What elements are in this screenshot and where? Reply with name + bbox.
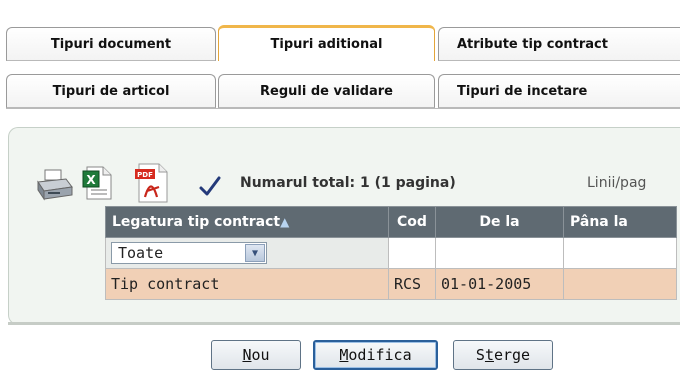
modify-button-accesskey: M (339, 346, 349, 364)
svg-text:X: X (86, 173, 96, 187)
table-header-row: Legatura tip contract▲ Cod De la Pâna la (105, 206, 677, 238)
cell-cod: RCS (388, 268, 436, 300)
tab-tipuri-aditional[interactable]: Tipuri aditional (218, 25, 435, 61)
column-header-legatura[interactable]: Legatura tip contract▲ (105, 206, 389, 238)
svg-text:PDF: PDF (137, 171, 153, 179)
legatura-filter-value: Toate (118, 244, 164, 262)
cell-de-la: 01-01-2005 (435, 268, 564, 300)
printer-icon[interactable] (34, 165, 74, 209)
tab-divider (6, 108, 680, 109)
tab-tipuri-document[interactable]: Tipuri document (6, 27, 216, 61)
legatura-filter-select[interactable]: Toate ▼ (111, 242, 267, 264)
delete-button-accesskey: t (484, 346, 494, 364)
total-count-text: Numarul total: 1 (1 pagina) (240, 175, 456, 191)
checkmark-icon[interactable] (196, 172, 224, 204)
contract-type-links-table: Legatura tip contract▲ Cod De la Pâna la… (105, 206, 677, 300)
filter-cell-de-la[interactable] (435, 237, 564, 269)
tab-atribute-tip-contract[interactable]: Atribute tip contract (438, 27, 680, 61)
cell-legatura: Tip contract (105, 268, 389, 300)
modify-button[interactable]: Modifica (313, 340, 438, 370)
tab-strip: Tipuri document Tipuri aditional Atribut… (0, 0, 680, 110)
column-header-cod[interactable]: Cod (388, 206, 436, 238)
new-button-accesskey: N (242, 346, 252, 364)
column-header-legatura-label: Legatura tip contract (112, 214, 281, 230)
column-header-de-la[interactable]: De la (435, 206, 564, 238)
chevron-down-icon[interactable]: ▼ (245, 244, 265, 262)
cell-pana-la (563, 268, 677, 300)
new-button[interactable]: Nou (211, 340, 301, 370)
tab-tipuri-de-incetare[interactable]: Tipuri de incetare (438, 74, 680, 108)
filter-row: Toate ▼ (105, 237, 677, 269)
delete-button-prefix: S (475, 346, 485, 364)
column-header-pana-la[interactable]: Pâna la (563, 206, 677, 238)
table-row[interactable]: Tip contract RCS 01-01-2005 (105, 268, 677, 300)
filter-cell-legatura: Toate ▼ (105, 237, 389, 269)
tab-tipuri-de-articol[interactable]: Tipuri de articol (6, 74, 216, 108)
filter-cell-pana-la[interactable] (563, 237, 677, 269)
sort-ascending-icon: ▲ (280, 215, 290, 229)
new-button-label: ou (251, 346, 270, 364)
panel-bottom-border (8, 322, 680, 325)
lines-per-page-label: Linii/pag (587, 175, 647, 191)
delete-button[interactable]: St erge (453, 340, 553, 370)
excel-export-icon[interactable]: X (81, 163, 117, 207)
modify-button-label: odifica (348, 346, 412, 364)
pdf-export-icon[interactable]: PDF (131, 161, 173, 209)
delete-button-label: erge (493, 346, 531, 364)
tab-reguli-de-validare[interactable]: Reguli de validare (218, 74, 435, 108)
filter-cell-cod[interactable] (388, 237, 436, 269)
